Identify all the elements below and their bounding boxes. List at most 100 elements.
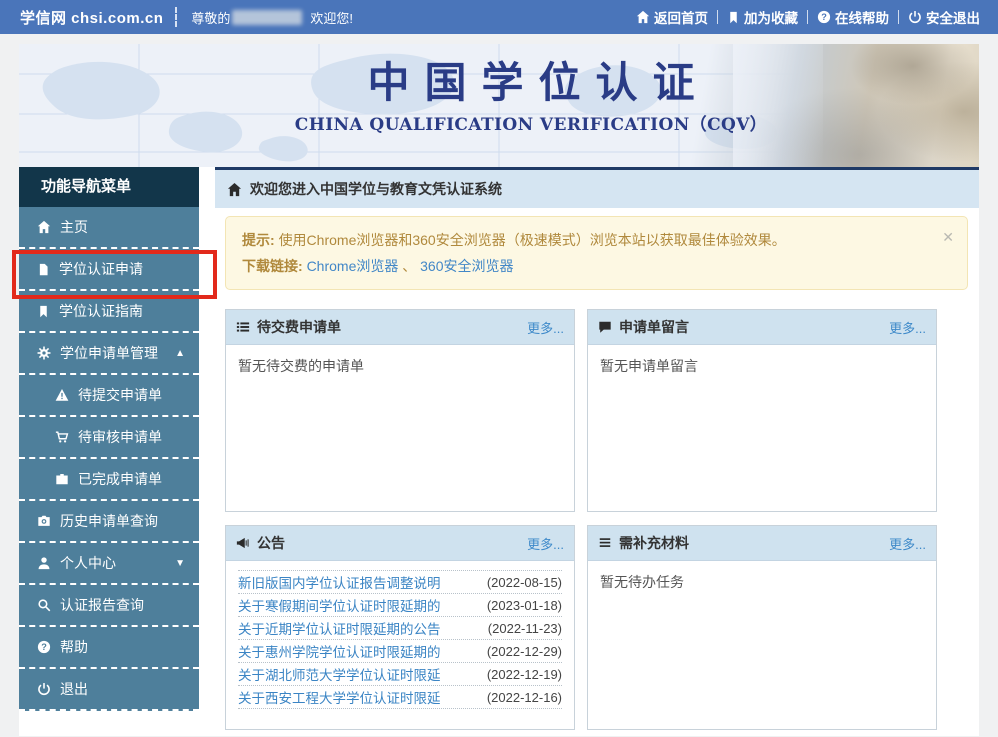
more-link[interactable]: 更多... [889,534,926,553]
topbar-divider [175,7,177,27]
notice-text: 使用Chrome浏览器和360安全浏览器（极速模式）浏览本站以获取最佳体验效果。 [279,232,786,248]
panel-body: 新旧版国内学位认证报告调整说明 (2022-08-15) 关于寒假期间学位认证时… [226,561,574,729]
banner: 中国学位认证 CHINA QUALIFICATION VERIFICATION（… [19,44,979,167]
panel-body: 暂无申请单留言 [588,345,936,511]
sidebar-item-history-query[interactable]: 历史申请单查询 [19,501,199,543]
site-brand[interactable]: 学信网 chsi.com.cn [20,7,163,28]
sidebar-item-report-query[interactable]: 认证报告查询 [19,585,199,627]
download-label: 下载链接: [242,258,303,274]
announcement-date: (2022-12-19) [487,667,562,682]
browser360-download-link[interactable]: 360安全浏览器 [420,258,513,274]
cart-icon [55,430,69,444]
sidebar-item-application-manage[interactable]: 学位申请单管理 ▲ [19,333,199,375]
panel-announcements: 公告 更多... 新旧版国内学位认证报告调整说明 (2022-08-15) 关于… [225,525,575,730]
notice-line2: 下载链接: Chrome浏览器 、 360安全浏览器 [242,253,951,279]
site-subtitle: CHINA QUALIFICATION VERIFICATION（CQV） [295,110,767,135]
censored-username [232,10,302,25]
sidebar-item-personal-center[interactable]: 个人中心 ▼ [19,543,199,585]
sidebar-item-pending-submit[interactable]: 待提交申请单 [19,375,199,417]
announcement-list: 新旧版国内学位认证报告调整说明 (2022-08-15) 关于寒假期间学位认证时… [238,570,562,709]
gear-icon [37,346,51,360]
topbar-link-online-help[interactable]: ? 在线帮助 [817,7,889,27]
briefcase-icon [55,472,69,486]
announcement-row: 关于近期学位认证时限延期的公告 (2022-11-23) [238,617,562,640]
sidebar-item-exit[interactable]: 退出 [19,669,199,711]
banner-titles: 中国学位认证 CHINA QUALIFICATION VERIFICATION（… [295,57,767,135]
announcement-row: 关于湖北师范大学学位认证时限延 (2022-12-19) [238,663,562,686]
file-icon [37,263,50,276]
megaphone-icon [236,536,250,550]
chrome-download-link[interactable]: Chrome浏览器 [307,258,399,274]
camera-icon [37,514,51,528]
sidebar-item-completed[interactable]: 已完成申请单 [19,459,199,501]
announcement-date: (2022-08-15) [487,575,562,590]
help-icon: ? [37,640,51,654]
topbar-link-home[interactable]: 返回首页 [636,7,708,27]
announcement-row: 关于西安工程大学学位认证时限延 (2022-12-16) [238,686,562,709]
welcome-text: 欢迎您进入中国学位与教育文凭认证系统 [250,179,502,199]
announcement-row: 关于寒假期间学位认证时限延期的 (2023-01-18) [238,594,562,617]
chevron-up-icon[interactable]: ▲ [175,348,185,359]
panel-header: 申请单留言 更多... [588,310,936,345]
sidebar-item-home[interactable]: 主页 [19,207,199,249]
more-link[interactable]: 更多... [889,318,926,337]
svg-text:?: ? [41,642,47,652]
sidebar-item-degree-guide[interactable]: 学位认证指南 [19,291,199,333]
home-icon [37,220,51,234]
panel-messages: 申请单留言 更多... 暂无申请单留言 [587,309,937,512]
comment-icon [598,320,612,334]
main-panel: 欢迎您进入中国学位与教育文凭认证系统 提示: 使用Chrome浏览器和360安全… [215,167,979,736]
announcement-date: (2022-11-23) [488,621,562,636]
panel-header: 待交费申请单 更多... [226,310,574,345]
warning-icon [55,388,69,402]
sidebar-item-pending-review[interactable]: 待审核申请单 [19,417,199,459]
notice-line1: 提示: 使用Chrome浏览器和360安全浏览器（极速模式）浏览本站以获取最佳体… [242,227,951,253]
sidebar: 功能导航菜单 主页 学位认证申请 学位认证指南 学位申请单管理 ▲ 待提交申请 [19,167,199,736]
announcement-row: 新旧版国内学位认证报告调整说明 (2022-08-15) [238,571,562,594]
welcome-bar: 欢迎您进入中国学位与教育文凭认证系统 [215,167,979,208]
empty-message: 暂无待办任务 [600,570,924,592]
announcement-link[interactable]: 关于惠州学院学位认证时限延期的 [238,641,441,661]
site-title: 中国学位认证 [295,57,767,109]
content-area: 功能导航菜单 主页 学位认证申请 学位认证指南 学位申请单管理 ▲ 待提交申请 [19,167,979,736]
bookmark-icon [727,11,740,24]
topbar-separator [807,10,808,24]
chevron-down-icon[interactable]: ▼ [175,558,185,569]
announcement-date: (2022-12-29) [487,644,562,659]
close-icon[interactable]: ✕ [942,224,954,250]
link-separator: 、 [402,258,416,274]
sidebar-header: 功能导航菜单 [19,167,199,207]
sidebar-item-help[interactable]: ? 帮助 [19,627,199,669]
empty-message: 暂无待交费的申请单 [238,354,562,376]
announcement-date: (2023-01-18) [487,598,562,613]
list-icon [236,320,250,334]
power-icon [908,10,922,24]
topbar-link-logout[interactable]: 安全退出 [908,7,980,27]
panel-title: 待交费申请单 [257,317,341,337]
sidebar-item-degree-apply[interactable]: 学位认证申请 [19,249,199,291]
announcement-link[interactable]: 关于西安工程大学学位认证时限延 [238,687,441,707]
topbar-link-favorite[interactable]: 加为收藏 [727,7,798,27]
help-icon: ? [817,10,831,24]
announcement-row: 关于惠州学院学位认证时限延期的 (2022-12-29) [238,640,562,663]
announcement-link[interactable]: 关于湖北师范大学学位认证时限延 [238,664,441,684]
dashboard-panels: 待交费申请单 更多... 暂无待交费的申请单 申请单留言 更多... [225,309,937,730]
more-link[interactable]: 更多... [527,318,564,337]
user-greeting: 尊敬的 欢迎您! [191,8,353,27]
announcement-link[interactable]: 新旧版国内学位认证报告调整说明 [238,572,441,592]
topbar-separator [898,10,899,24]
svg-text:?: ? [821,12,827,22]
panel-pending-payment: 待交费申请单 更多... 暂无待交费的申请单 [225,309,575,512]
notice-label: 提示: [242,232,275,248]
panel-title: 公告 [257,533,285,553]
greeting-suffix: 欢迎您! [310,8,353,27]
announcement-link[interactable]: 关于寒假期间学位认证时限延期的 [238,595,441,615]
search-icon [37,598,51,612]
announcement-date: (2022-12-16) [487,690,562,705]
panel-body: 暂无待办任务 [588,561,936,729]
align-justify-icon [598,536,612,550]
announcement-link[interactable]: 关于近期学位认证时限延期的公告 [238,618,441,638]
more-link[interactable]: 更多... [527,534,564,553]
panel-header: 公告 更多... [226,526,574,561]
home-icon [636,10,650,24]
